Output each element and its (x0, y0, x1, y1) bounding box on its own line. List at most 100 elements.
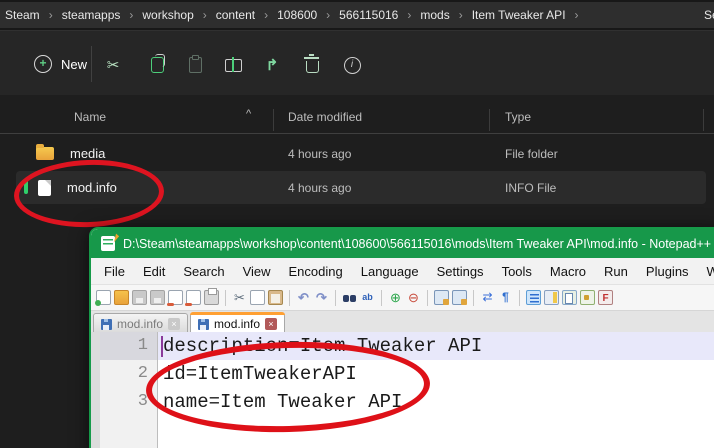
column-header-row: Name ^ Date modified Type (0, 106, 714, 132)
save-all-icon[interactable] (150, 290, 165, 305)
breadcrumb-item-566115016[interactable]: 566115016 (336, 6, 401, 24)
breadcrumb[interactable]: Steam › steamapps › workshop › content ›… (0, 2, 702, 28)
column-header-date-modified[interactable]: Date modified (288, 110, 362, 124)
notepadpp-toolbar: ✂ ↶ ↷ ab ⊕ ⊖ ⇄ ¶ F (91, 284, 714, 311)
sync-scroll-vertical-icon[interactable] (434, 290, 449, 305)
monitor-icon[interactable]: F (598, 290, 613, 305)
menu-language[interactable]: Language (352, 264, 428, 279)
saved-floppy-icon (198, 318, 210, 330)
chevron-right-icon: › (129, 8, 134, 22)
cut-button[interactable]: ✂ (97, 51, 129, 79)
chevron-right-icon: › (574, 8, 579, 22)
cut-icon[interactable]: ✂ (232, 290, 247, 305)
column-divider[interactable] (703, 109, 704, 131)
sync-scroll-horizontal-icon[interactable] (452, 290, 467, 305)
chevron-right-icon: › (264, 8, 269, 22)
breadcrumb-item-108600[interactable]: 108600 (274, 6, 320, 24)
share-button[interactable]: ↱ (256, 51, 288, 79)
copy-icon (150, 54, 165, 73)
column-divider[interactable] (489, 109, 490, 131)
new-button[interactable]: + New (22, 49, 99, 79)
redo-icon[interactable]: ↷ (314, 290, 329, 305)
column-header-name[interactable]: Name (74, 110, 106, 124)
menu-settings[interactable]: Settings (428, 264, 493, 279)
paste-icon[interactable] (268, 290, 283, 305)
menu-window[interactable]: Window (698, 264, 714, 279)
column-header-type[interactable]: Type (505, 110, 531, 124)
function-list-icon[interactable] (526, 290, 541, 305)
tab-modinfo-inactive[interactable]: mod.info × (93, 313, 189, 334)
tab-modinfo-active[interactable]: mod.info × (190, 312, 286, 334)
breadcrumb-item-item-tweaker-api[interactable]: Item Tweaker API (469, 6, 569, 24)
breadcrumb-item-steam[interactable]: Steam (2, 6, 43, 24)
file-type: File folder (505, 146, 558, 161)
tab-close-icon[interactable]: × (265, 318, 278, 330)
new-file-icon[interactable] (95, 290, 111, 306)
zoom-in-icon[interactable]: ⊕ (388, 290, 403, 305)
zoom-out-icon[interactable]: ⊖ (406, 290, 421, 305)
details-button[interactable]: i (336, 51, 368, 79)
find-icon[interactable] (342, 292, 357, 307)
file-type: INFO File (505, 180, 557, 195)
replace-icon[interactable]: ab (360, 290, 375, 305)
notepadpp-logo-icon (101, 236, 115, 251)
save-icon[interactable] (132, 290, 147, 305)
paste-button[interactable] (179, 51, 211, 79)
undo-icon[interactable]: ↶ (296, 290, 311, 305)
header-underline (0, 133, 714, 134)
menu-view[interactable]: View (234, 264, 280, 279)
document-switcher-icon[interactable] (562, 290, 577, 305)
search-input[interactable]: Sea (695, 2, 714, 28)
folder-as-workspace-icon[interactable] (580, 290, 595, 305)
toolbar-separator (289, 289, 290, 306)
toolbar-separator (473, 289, 474, 306)
show-all-characters-icon[interactable]: ¶ (498, 290, 513, 305)
toolbar-separator (225, 289, 226, 306)
file-date-modified: 4 hours ago (288, 146, 352, 161)
breadcrumb-item-mods[interactable]: mods (417, 6, 452, 24)
breadcrumb-item-workshop[interactable]: workshop (139, 6, 196, 24)
text-caret (161, 336, 163, 357)
copy-icon[interactable] (250, 290, 265, 305)
menu-file[interactable]: File (95, 264, 134, 279)
tab-close-icon[interactable]: × (168, 318, 181, 330)
menu-edit[interactable]: Edit (134, 264, 174, 279)
print-icon[interactable] (204, 288, 219, 305)
window-title: D:\Steam\steamapps\workshop\content\1086… (123, 236, 711, 251)
menu-run[interactable]: Run (595, 264, 637, 279)
rename-button[interactable] (217, 51, 249, 79)
document-map-icon[interactable] (544, 290, 559, 305)
chevron-right-icon: › (326, 8, 331, 22)
sort-ascending-icon[interactable]: ^ (246, 108, 251, 120)
breadcrumb-item-content[interactable]: content (213, 6, 258, 24)
file-date-modified: 4 hours ago (288, 180, 352, 195)
menu-macro[interactable]: Macro (541, 264, 595, 279)
explorer-command-bar: + New ✂ ↱ i (0, 30, 714, 96)
saved-floppy-icon (101, 318, 112, 330)
explorer-address-bar: Steam › steamapps › workshop › content ›… (0, 0, 714, 30)
paste-icon (188, 55, 202, 73)
close-all-icon[interactable] (185, 290, 201, 306)
notepadpp-title-bar[interactable]: D:\Steam\steamapps\workshop\content\1086… (91, 229, 714, 258)
menu-plugins[interactable]: Plugins (637, 264, 698, 279)
menu-tools[interactable]: Tools (493, 264, 541, 279)
file-name[interactable]: media (70, 146, 105, 161)
toolbar-divider (91, 46, 92, 82)
menu-encoding[interactable]: Encoding (280, 264, 352, 279)
word-wrap-icon[interactable]: ⇄ (480, 290, 495, 305)
open-icon[interactable] (114, 290, 129, 305)
rename-icon (224, 56, 242, 72)
tab-label: mod.info (214, 317, 261, 331)
chevron-right-icon: › (407, 8, 412, 22)
toolbar-separator (381, 289, 382, 306)
menu-search[interactable]: Search (174, 264, 233, 279)
breadcrumb-item-steamapps[interactable]: steamapps (59, 6, 124, 24)
column-divider[interactable] (273, 109, 274, 131)
line-number: 1 (91, 332, 157, 360)
chevron-right-icon: › (202, 8, 207, 22)
toolbar-separator (519, 289, 520, 306)
close-icon[interactable] (167, 290, 183, 306)
copy-button[interactable] (141, 51, 173, 79)
delete-button[interactable] (296, 51, 328, 79)
toolbar-separator (335, 289, 336, 306)
